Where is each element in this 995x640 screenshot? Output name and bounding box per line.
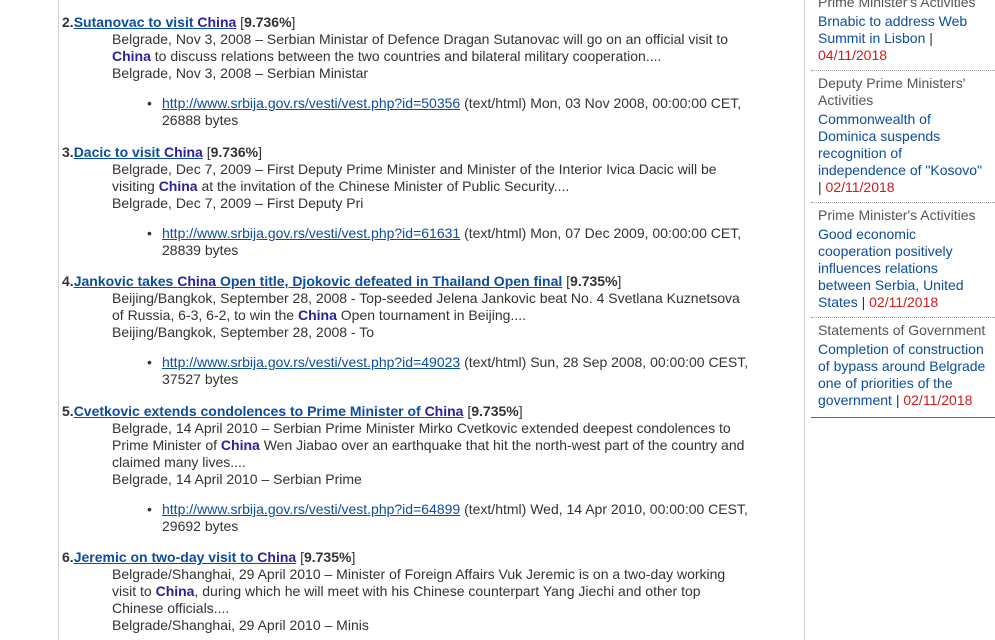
- result-title-link[interactable]: Jeremic on two-day visit to China: [74, 549, 297, 565]
- result-url-line: • http://www.srbija.gov.rs/vesti/vest.php…: [147, 225, 752, 259]
- news-separator: |: [925, 30, 933, 46]
- result-header: 2.Sutanovac to visit China [9.736%]: [62, 14, 762, 31]
- result-header: 5.Cvetkovic extends condolences to Prime…: [62, 403, 762, 420]
- news-sidebar: Prime Minister's Activities Brnabic to a…: [811, 0, 995, 418]
- news-category: Prime Minister's Activities: [818, 0, 976, 10]
- relevance-score: [9.736%]: [206, 144, 262, 160]
- news-entry: Brnabic to address Web Summit in Lisbon …: [818, 13, 988, 64]
- result-header: 6.Jeremic on two-day visit to China [9.7…: [62, 549, 762, 566]
- bullet-icon: •: [147, 501, 152, 517]
- search-result: 5.Cvetkovic extends condolences to Prime…: [62, 403, 762, 535]
- result-number: 3.: [62, 144, 74, 160]
- result-url-line: • http://www.srbija.gov.rs/vesti/vest.php…: [147, 501, 752, 535]
- news-entry: Good economic cooperation positively inf…: [818, 226, 988, 311]
- snippet-tail: Belgrade, Dec 7, 2009 – First Deputy Pri: [112, 195, 364, 211]
- news-category: Prime Minister's Activities: [818, 207, 976, 223]
- result-url-line: • http://www.srbija.gov.rs/vesti/vest.php…: [147, 354, 752, 388]
- result-snippet: Belgrade, Nov 3, 2008 – Serbian Ministar…: [112, 31, 729, 81]
- news-entry: Completion of construction of bypass aro…: [818, 341, 988, 409]
- snippet-tail: Belgrade/Shanghai, 29 April 2010 – Minis: [112, 617, 369, 633]
- relevance-score: [9.735%]: [467, 403, 523, 419]
- snippet-tail: Belgrade, Nov 3, 2008 – Serbian Ministar: [112, 65, 369, 81]
- result-header: 4.Jankovic takes China Open title, Djoko…: [62, 273, 762, 290]
- result-title-link[interactable]: Cvetkovic extends condolences to Prime M…: [74, 403, 464, 419]
- left-divider: [58, 0, 59, 640]
- news-separator: |: [857, 294, 870, 310]
- result-url-link[interactable]: http://www.srbija.gov.rs/vesti/vest.php?…: [162, 354, 460, 370]
- result-number: 4.: [62, 273, 74, 289]
- news-separator: |: [891, 392, 904, 408]
- result-number: 6.: [62, 549, 74, 565]
- news-category: Deputy Prime Ministers' Activities: [818, 75, 966, 108]
- search-result: 6.Jeremic on two-day visit to China [9.7…: [62, 549, 762, 634]
- page: 2.Sutanovac to visit China [9.736%] Belg…: [0, 0, 995, 640]
- sidebar-news-item: Statements of Government Completion of c…: [811, 318, 995, 415]
- snippet-tail: Beijing/Bangkok, September 28, 2008 - To: [112, 324, 375, 340]
- result-url-link[interactable]: http://www.srbija.gov.rs/vesti/vest.php?…: [162, 225, 460, 241]
- sidebar-news-item: Deputy Prime Ministers' Activities Commo…: [811, 71, 995, 203]
- news-date: 02/11/2018: [869, 294, 939, 310]
- bullet-icon: •: [147, 95, 152, 111]
- result-url-line: • http://www.srbija.gov.rs/vesti/vest.php…: [147, 95, 752, 129]
- result-url-link[interactable]: http://www.srbija.gov.rs/vesti/vest.php?…: [162, 95, 460, 111]
- result-number: 5.: [62, 403, 74, 419]
- result-header: 3.Dacic to visit China [9.736%]: [62, 144, 762, 161]
- news-separator: |: [818, 179, 826, 195]
- search-results: 2.Sutanovac to visit China [9.736%] Belg…: [62, 0, 802, 640]
- result-snippet: Beijing/Bangkok, September 28, 2008 - To…: [112, 290, 740, 340]
- bullet-icon: •: [147, 354, 152, 370]
- result-snippet: Belgrade/Shanghai, 29 April 2010 – Minis…: [112, 566, 726, 633]
- sidebar-divider: [804, 0, 805, 640]
- sidebar-news-item: Prime Minister's Activities Brnabic to a…: [811, 0, 995, 71]
- result-snippet: Belgrade, 14 April 2010 – Serbian Prime …: [112, 420, 745, 487]
- search-result: 3.Dacic to visit China [9.736%] Belgrade…: [62, 144, 762, 259]
- relevance-score: [9.735%]: [300, 549, 356, 565]
- result-title-link[interactable]: Dacic to visit China: [74, 144, 203, 160]
- news-date: 02/11/2018: [903, 392, 973, 408]
- result-url-link[interactable]: http://www.srbija.gov.rs/vesti/vest.php?…: [162, 501, 460, 517]
- news-link[interactable]: Brnabic to address Web Summit in Lisbon: [818, 13, 967, 46]
- result-title-link[interactable]: Sutanovac to visit China: [74, 14, 237, 30]
- news-link[interactable]: Commonwealth of Dominica suspends recogn…: [818, 111, 982, 178]
- result-number: 2.: [62, 14, 74, 30]
- snippet-tail: Belgrade, 14 April 2010 – Serbian Prime: [112, 471, 362, 487]
- sidebar-news-item: Prime Minister's Activities Good economi…: [811, 203, 995, 318]
- news-entry: Commonwealth of Dominica suspends recogn…: [818, 111, 988, 196]
- news-category: Statements of Government: [818, 322, 986, 338]
- result-snippet: Belgrade, Dec 7, 2009 – First Deputy Pri…: [112, 161, 717, 211]
- result-title-link[interactable]: Jankovic takes China Open title, Djokovi…: [74, 273, 563, 289]
- news-date: 02/11/2018: [825, 179, 895, 195]
- search-result: 2.Sutanovac to visit China [9.736%] Belg…: [62, 14, 762, 129]
- search-result: 4.Jankovic takes China Open title, Djoko…: [62, 273, 762, 388]
- bullet-icon: •: [147, 225, 152, 241]
- relevance-score: [9.736%]: [240, 14, 296, 30]
- relevance-score: [9.735%]: [566, 273, 622, 289]
- news-date: 04/11/2018: [818, 47, 888, 63]
